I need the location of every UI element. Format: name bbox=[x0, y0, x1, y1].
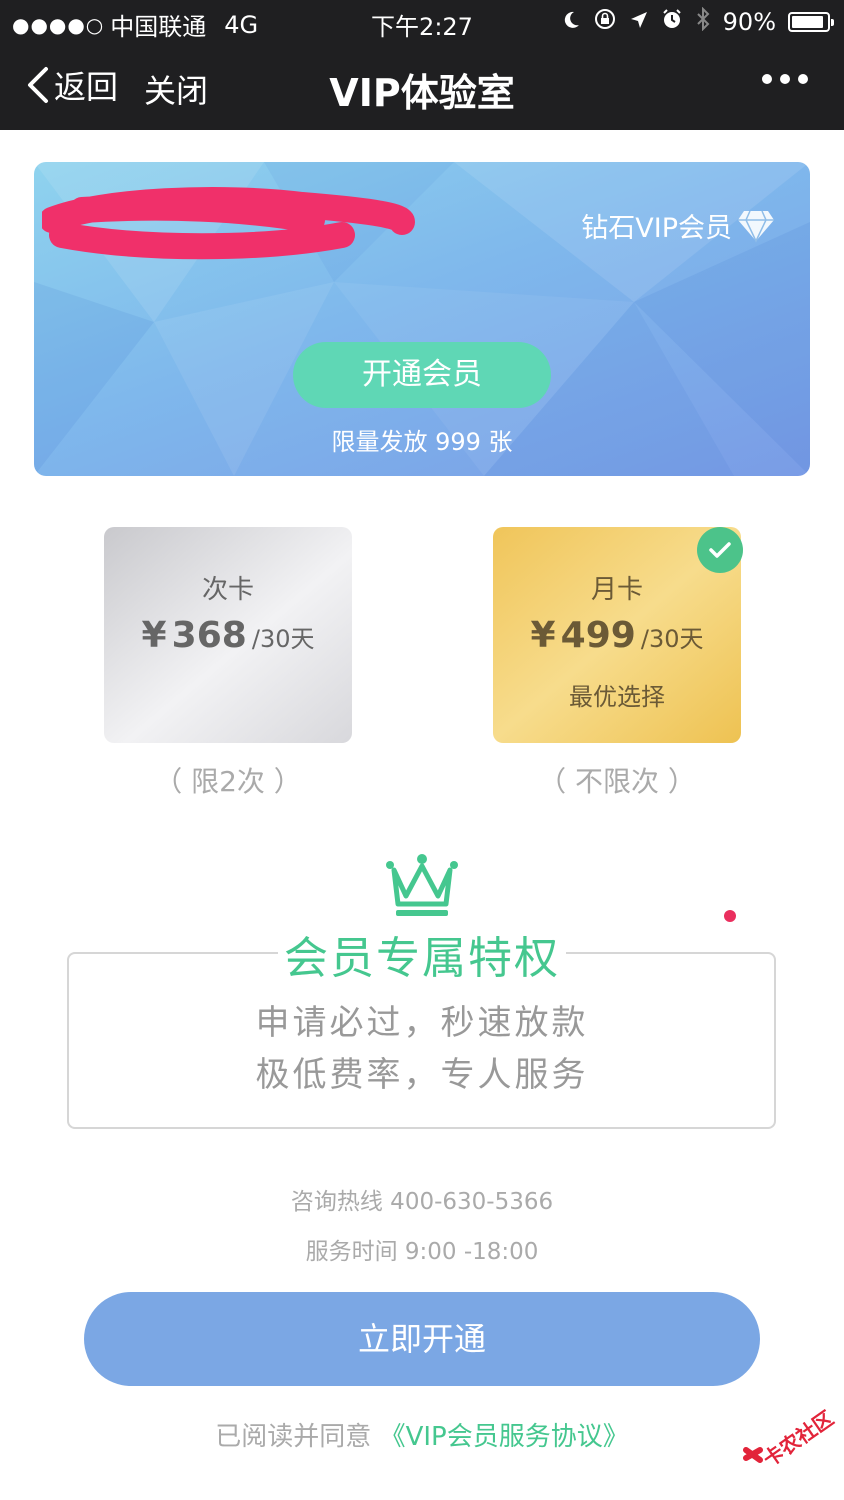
more-options-icon[interactable] bbox=[762, 74, 808, 84]
selected-check-icon bbox=[697, 527, 743, 573]
plan-unit: /30天 bbox=[251, 625, 315, 653]
notification-dot bbox=[724, 910, 736, 922]
alarm-icon bbox=[661, 8, 683, 36]
battery-icon bbox=[788, 12, 834, 32]
rotation-lock-icon bbox=[593, 7, 617, 37]
hotline-text: 咨询热线 400-630-5366 bbox=[290, 1189, 554, 1215]
status-bar: ●●●●○ 中国联通 4G 下午2:27 90% bbox=[0, 0, 844, 44]
watermark-text: 卡农社区 bbox=[759, 1406, 838, 1472]
plan-currency: ¥ bbox=[530, 615, 556, 656]
battery-fill bbox=[792, 16, 823, 28]
agreement-text: 已阅读并同意 《VIP会员服务协议》 bbox=[0, 1416, 844, 1453]
agreement-link[interactable]: 《VIP会员服务协议》 bbox=[380, 1422, 629, 1452]
plan-card-per-use[interactable]: 次卡 ¥ 368 /30天 bbox=[104, 527, 352, 743]
plan-price: ¥ 368 /30天 bbox=[104, 615, 352, 656]
plan-price: ¥ 499 /30天 bbox=[493, 615, 741, 656]
plan-note-monthly: （ 不限次 ） bbox=[538, 765, 696, 798]
battery-percent: 90% bbox=[722, 8, 776, 36]
crown-icon bbox=[386, 854, 458, 916]
plan-unit: /30天 bbox=[640, 625, 704, 653]
plan-card-monthly[interactable]: 月卡 ¥ 499 /30天 最优选择 bbox=[493, 527, 743, 743]
plan-name: 次卡 bbox=[201, 575, 254, 605]
top-bar: ●●●●○ 中国联通 4G 下午2:27 90% 返回 关闭 VIP体验室 bbox=[0, 0, 844, 130]
plan-currency: ¥ bbox=[141, 615, 167, 656]
nav-bar: 返回 关闭 VIP体验室 bbox=[0, 44, 844, 130]
agreement-prefix: 已阅读并同意 bbox=[215, 1422, 372, 1452]
plan-tag: 最优选择 bbox=[569, 683, 665, 711]
bluetooth-icon bbox=[695, 6, 711, 37]
page-title: VIP体验室 bbox=[329, 71, 515, 115]
location-icon bbox=[629, 8, 649, 36]
vip-tier: 钻石VIP会员 bbox=[581, 206, 776, 245]
privilege-line: 申请必过，秒速放款 bbox=[255, 1003, 589, 1043]
privilege-line: 极低费率，专人服务 bbox=[255, 1055, 589, 1095]
service-hours-text: 服务时间 9:00 -18:00 bbox=[305, 1239, 539, 1265]
plan-amount: 499 bbox=[560, 615, 636, 656]
open-membership-button[interactable]: 开通会员 bbox=[293, 342, 551, 408]
limited-quantity-text: 限量发放 999 张 bbox=[331, 428, 513, 456]
moon-icon bbox=[561, 8, 581, 36]
vip-banner: 钻石VIP会员 开通会员 限量发放 999 张 bbox=[34, 162, 810, 476]
plan-name: 月卡 bbox=[590, 575, 643, 605]
redacted-username-scribble bbox=[42, 187, 415, 260]
tier-label: 钻石VIP会员 bbox=[581, 213, 732, 244]
diamond-icon bbox=[738, 210, 774, 243]
plan-note-per-use: （ 限2次 ） bbox=[154, 765, 302, 798]
plan-amount: 368 bbox=[171, 615, 247, 656]
watermark-logo: 卡农社区 bbox=[743, 1406, 838, 1472]
activate-now-button[interactable]: 立即开通 bbox=[84, 1292, 760, 1386]
